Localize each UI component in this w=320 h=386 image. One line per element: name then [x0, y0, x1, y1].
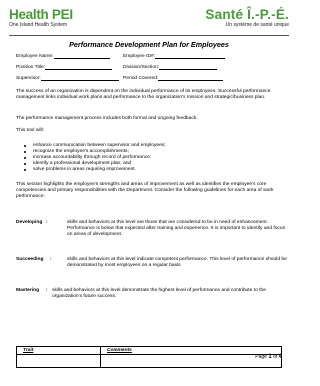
tool-intro: This tool will: [16, 128, 44, 133]
division-section-label: Division/Section: [123, 65, 160, 70]
table-row [16, 354, 282, 368]
health-pei-logo: Health PEI One Island Health System [9, 7, 73, 28]
health-pei-logo-tagline: One Island Health System [9, 22, 68, 28]
period-covered-label: Period Covered: [123, 76, 159, 81]
period-covered-line[interactable] [158, 76, 224, 81]
page-of: of [273, 354, 278, 360]
position-title-field[interactable]: Position Title: [16, 65, 113, 70]
position-title-label: Position Title: [16, 65, 46, 70]
sante-ipe-logo-tagline: Un système de santé unique [225, 22, 289, 28]
employee-name-field[interactable]: Employee Name: [16, 54, 110, 59]
position-title-line[interactable] [45, 65, 113, 70]
table-header-row: Trait Comments [16, 346, 282, 355]
level-description: skills and behaviors at this level demon… [52, 288, 266, 299]
level-term: Succeeding [16, 257, 44, 262]
level-colon: : [46, 288, 48, 293]
employee-id-line[interactable] [155, 54, 226, 59]
health-pei-logo-name: Health PEI [9, 7, 73, 22]
supervisor-field[interactable]: Supervisor: [16, 76, 119, 81]
trait-cell[interactable] [16, 354, 101, 368]
list-item: solve problems in areas requiring improv… [22, 167, 272, 173]
level-term: Developing [16, 220, 43, 225]
employee-id-field[interactable]: Employee ID#: [123, 54, 226, 59]
header-divider [9, 35, 289, 36]
level-colon: : [46, 220, 48, 225]
intro-paragraph: The success of an organization is depend… [16, 89, 271, 100]
document-title: Performance Development Plan for Employe… [69, 40, 229, 49]
tool-bullet-list: enhance communication between supervisor… [22, 143, 272, 173]
sante-ipe-logo: Santé Î.-P.-É. Un système de santé uniqu… [205, 7, 289, 28]
employee-id-label: Employee ID#: [123, 54, 156, 59]
page-total: 4 [278, 354, 282, 360]
sante-ipe-logo-name: Santé Î.-P.-É. [205, 7, 289, 22]
division-section-line[interactable] [159, 65, 218, 70]
employee-name-line[interactable] [53, 54, 110, 59]
division-section-field[interactable]: Division/Section: [123, 65, 218, 70]
page-prefix: Page [255, 354, 267, 360]
employee-name-label: Employee Name: [16, 54, 54, 59]
section-paragraph: This section highlights the employee's s… [16, 182, 274, 199]
page-indicator: Page 1 of 4 [255, 354, 282, 360]
supervisor-line[interactable] [40, 76, 119, 81]
process-paragraph: The performance management process inclu… [16, 116, 198, 121]
supervisor-label: Supervisor: [16, 76, 41, 81]
level-description: skills and behaviors at this level are t… [67, 220, 286, 237]
level-description: skills and behaviors at this level indic… [67, 257, 287, 268]
period-covered-field[interactable]: Period Covered: [123, 76, 224, 81]
level-colon: : [50, 257, 52, 262]
level-term: Mastering [16, 288, 40, 293]
trait-comments-table: Trait Comments [16, 346, 282, 368]
trait-column-header: Trait [16, 346, 101, 355]
page-current: 1 [268, 354, 272, 360]
